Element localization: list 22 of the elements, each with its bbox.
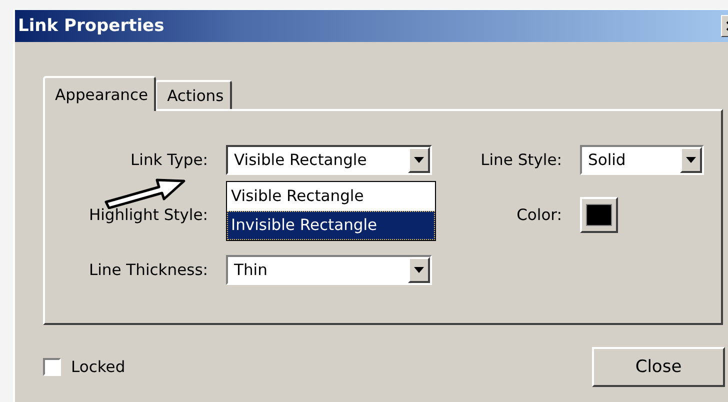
- dropdown-button[interactable]: [408, 147, 430, 173]
- window-title: Link Properties: [18, 16, 166, 36]
- field-label: Highlight Style:: [88, 206, 208, 224]
- field-label: Line Thickness:: [88, 261, 208, 279]
- field-label: Line Style:: [480, 151, 562, 169]
- caret-icon: [414, 267, 424, 273]
- dropdown[interactable]: Solid: [580, 145, 704, 175]
- caret-icon: [414, 157, 424, 163]
- field-label: Link Type:: [130, 151, 208, 169]
- dropdown[interactable]: Thin: [226, 255, 432, 285]
- close-button[interactable]: Close: [592, 347, 725, 387]
- tab[interactable]: Actions: [155, 80, 232, 109]
- field-label: Color:: [516, 206, 562, 224]
- dropdown-button[interactable]: [408, 257, 430, 283]
- dropdown[interactable]: Visible Rectangle: [226, 145, 432, 175]
- color-button[interactable]: [580, 197, 618, 233]
- dropdown-option[interactable]: Invisible Rectangle: [227, 211, 435, 240]
- caret-icon: [686, 157, 696, 163]
- checkbox[interactable]: [43, 358, 61, 376]
- checkbox-label: Locked: [71, 358, 126, 376]
- dropdown-button[interactable]: [680, 147, 702, 173]
- tab[interactable]: Appearance: [43, 76, 156, 111]
